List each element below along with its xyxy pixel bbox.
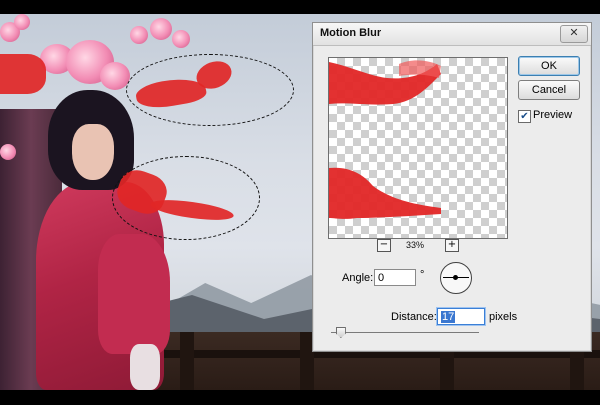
cancel-button[interactable]: Cancel	[518, 80, 580, 100]
dialog-title: Motion Blur	[320, 27, 382, 39]
figure-sleeve	[98, 234, 170, 354]
preview-image	[329, 60, 441, 219]
distance-slider-thumb[interactable]	[335, 327, 346, 338]
distance-slider-track[interactable]	[331, 332, 479, 333]
cherry-blossom	[150, 18, 172, 40]
motion-blur-dialog: Motion Blur ✕ − 33% + OK Cancel ✔ Previe…	[312, 22, 592, 352]
close-icon[interactable]: ✕	[560, 25, 588, 43]
angle-center-dot	[453, 275, 458, 280]
distance-unit: pixels	[489, 311, 518, 323]
blurred-ribbon-top	[329, 60, 441, 105]
distance-input[interactable]: 17	[437, 308, 485, 325]
cherry-blossom	[0, 144, 16, 160]
ok-button[interactable]: OK	[518, 56, 580, 76]
angle-label: Angle:	[342, 272, 374, 284]
red-ribbon	[0, 54, 46, 94]
blurred-ribbon-bottom	[329, 167, 441, 219]
cherry-blossom	[14, 14, 30, 30]
distance-label: Distance:	[391, 311, 437, 323]
preview-area[interactable]	[328, 57, 508, 239]
preview-checkbox[interactable]: ✔	[518, 110, 531, 123]
angle-input[interactable]: 0	[374, 269, 416, 286]
dialog-titlebar[interactable]: Motion Blur ✕	[313, 23, 591, 46]
selection-marquee	[126, 54, 294, 126]
cherry-blossom	[172, 30, 190, 48]
zoom-out-button[interactable]: −	[377, 239, 391, 252]
figure-inner-sleeve	[130, 344, 160, 390]
angle-unit: °	[420, 269, 425, 281]
selection-marquee	[112, 156, 260, 240]
angle-dial-icon[interactable]	[440, 262, 472, 294]
railing-post	[180, 332, 194, 390]
figure-face	[72, 124, 114, 180]
cherry-blossom	[130, 26, 148, 44]
zoom-level: 33%	[406, 240, 425, 250]
preview-label[interactable]: Preview	[533, 109, 572, 121]
zoom-in-button[interactable]: +	[445, 239, 459, 252]
distance-value: 17	[441, 311, 456, 323]
